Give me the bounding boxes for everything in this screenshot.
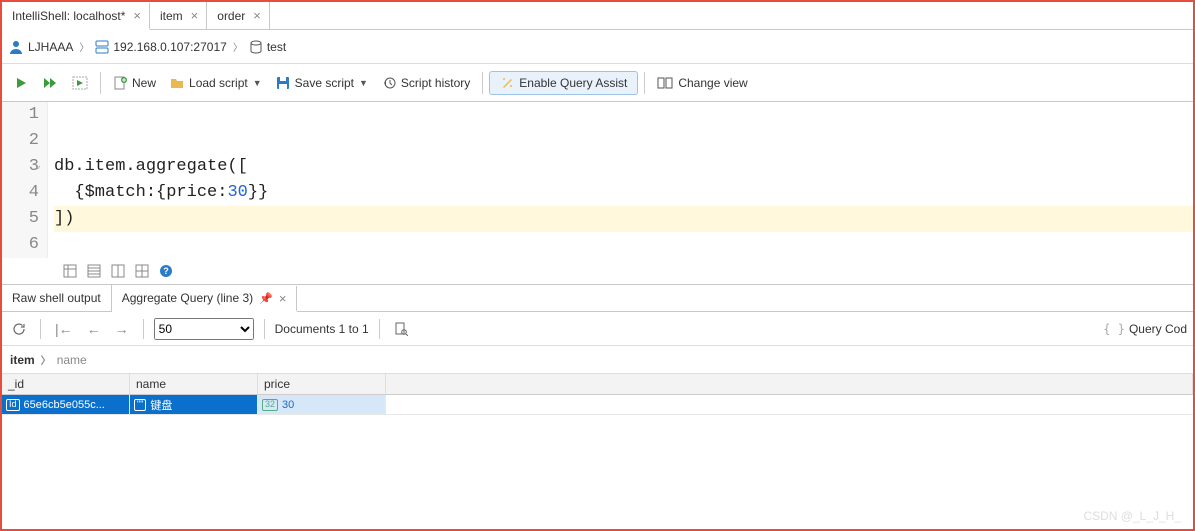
editor-tab-bar: IntelliShell: localhost* × item × order …	[2, 2, 1193, 30]
editor-toolbar: New Load script ▼ Save script ▼ Script h…	[2, 64, 1193, 102]
run-all-button[interactable]	[36, 72, 64, 94]
enable-query-assist-button[interactable]: Enable Query Assist	[489, 71, 638, 95]
chevron-right-icon: 〉	[231, 39, 245, 54]
limit-select[interactable]: 50	[154, 318, 254, 340]
load-label: Load script	[189, 76, 248, 90]
tab-order[interactable]: order ×	[207, 2, 270, 29]
column-header-price[interactable]: price	[258, 374, 386, 395]
tab-raw-output[interactable]: Raw shell output	[2, 285, 112, 311]
fold-icon: ⌄	[35, 154, 41, 180]
cell-name[interactable]: "" 键盘	[130, 395, 258, 415]
save-script-button[interactable]: Save script ▼	[270, 72, 374, 94]
breadcrumb-db: test	[267, 40, 286, 54]
column-header-empty	[386, 374, 1193, 395]
result-table: _id name price Id 65e6cb5e055c... "" 键盘 …	[2, 374, 1193, 475]
close-icon[interactable]: ×	[133, 9, 141, 22]
view-icon-2[interactable]	[86, 263, 102, 279]
collection-name: item	[10, 353, 35, 367]
script-history-button[interactable]: Script history	[376, 72, 476, 94]
string-type-icon: ""	[134, 399, 146, 411]
server-icon	[95, 40, 109, 54]
cell-price[interactable]: 32 30	[258, 395, 386, 415]
assist-label: Enable Query Assist	[519, 76, 627, 90]
tab-label: Raw shell output	[12, 291, 101, 305]
view-icon-1[interactable]	[62, 263, 78, 279]
first-page-button[interactable]: |←	[51, 319, 77, 339]
code-editor[interactable]: 1 2 3⌄ 4 5 6 db.item.aggregate([ {$match…	[2, 102, 1193, 258]
field-name: name	[57, 353, 87, 367]
connection-breadcrumb: LJHAAA 〉 192.168.0.107:27017 〉 test	[2, 30, 1193, 64]
view-icon-3[interactable]	[110, 263, 126, 279]
svg-text:?: ?	[163, 266, 169, 276]
chevron-right-icon: 〉	[39, 352, 53, 367]
objectid-type-icon: Id	[6, 399, 20, 411]
column-header-id[interactable]: _id	[2, 374, 130, 395]
column-header-name[interactable]: name	[130, 374, 258, 395]
tab-label: Aggregate Query (line 3)	[122, 291, 253, 305]
query-code-button[interactable]: { }Query Cod	[1103, 322, 1187, 336]
chevron-down-icon: ▼	[253, 78, 262, 88]
user-icon	[8, 39, 24, 55]
watermark: CSDN @_L_J_H_	[1083, 509, 1181, 523]
tab-label: item	[160, 9, 183, 23]
load-script-button[interactable]: Load script ▼	[164, 72, 268, 94]
code-content[interactable]: db.item.aggregate([ {$match:{price:30}} …	[48, 102, 1193, 258]
database-icon	[249, 40, 263, 54]
cell-empty	[386, 395, 1193, 415]
change-view-label: Change view	[678, 76, 747, 90]
breadcrumb-host: 192.168.0.107:27017	[113, 40, 226, 54]
tab-label: IntelliShell: localhost*	[12, 9, 125, 23]
int32-type-icon: 32	[262, 399, 278, 411]
save-label: Save script	[295, 76, 354, 90]
help-icon[interactable]: ?	[158, 263, 174, 279]
cell-value: 65e6cb5e055c...	[24, 399, 105, 411]
results-toolbar: |← ← → 50 Documents 1 to 1 { }Query Cod	[2, 312, 1193, 346]
result-breadcrumb: item 〉 name	[2, 346, 1193, 374]
pin-icon[interactable]: 📌	[259, 292, 273, 305]
cell-value: 30	[282, 399, 294, 411]
tab-label: order	[217, 9, 245, 23]
close-icon[interactable]: ×	[191, 9, 199, 22]
new-button[interactable]: New	[107, 72, 162, 94]
close-icon[interactable]: ×	[279, 292, 287, 305]
chevron-down-icon: ▼	[359, 78, 368, 88]
breadcrumb-user: LJHAAA	[28, 40, 73, 54]
close-icon[interactable]: ×	[253, 9, 261, 22]
document-count: Documents 1 to 1	[275, 322, 369, 336]
tab-item[interactable]: item ×	[150, 2, 207, 29]
cell-value: 键盘	[150, 397, 172, 413]
tab-aggregate-query[interactable]: Aggregate Query (line 3) 📌 ×	[112, 286, 298, 312]
change-view-button[interactable]: Change view	[651, 72, 753, 94]
prev-page-button[interactable]: ←	[83, 319, 105, 339]
tab-intellishell[interactable]: IntelliShell: localhost* ×	[2, 3, 150, 30]
new-label: New	[132, 76, 156, 90]
run-button[interactable]	[8, 72, 34, 94]
chevron-right-icon: 〉	[77, 39, 91, 54]
gutter: 1 2 3⌄ 4 5 6	[2, 102, 48, 258]
find-button[interactable]	[390, 320, 412, 338]
result-tab-bar: Raw shell output Aggregate Query (line 3…	[2, 284, 1193, 312]
history-label: Script history	[401, 76, 470, 90]
next-page-button[interactable]: →	[111, 319, 133, 339]
editor-status-icons: ?	[2, 258, 1193, 284]
refresh-button[interactable]	[8, 320, 30, 338]
run-selection-button[interactable]	[66, 72, 94, 94]
cell-id[interactable]: Id 65e6cb5e055c...	[2, 395, 130, 415]
view-icon-4[interactable]	[134, 263, 150, 279]
